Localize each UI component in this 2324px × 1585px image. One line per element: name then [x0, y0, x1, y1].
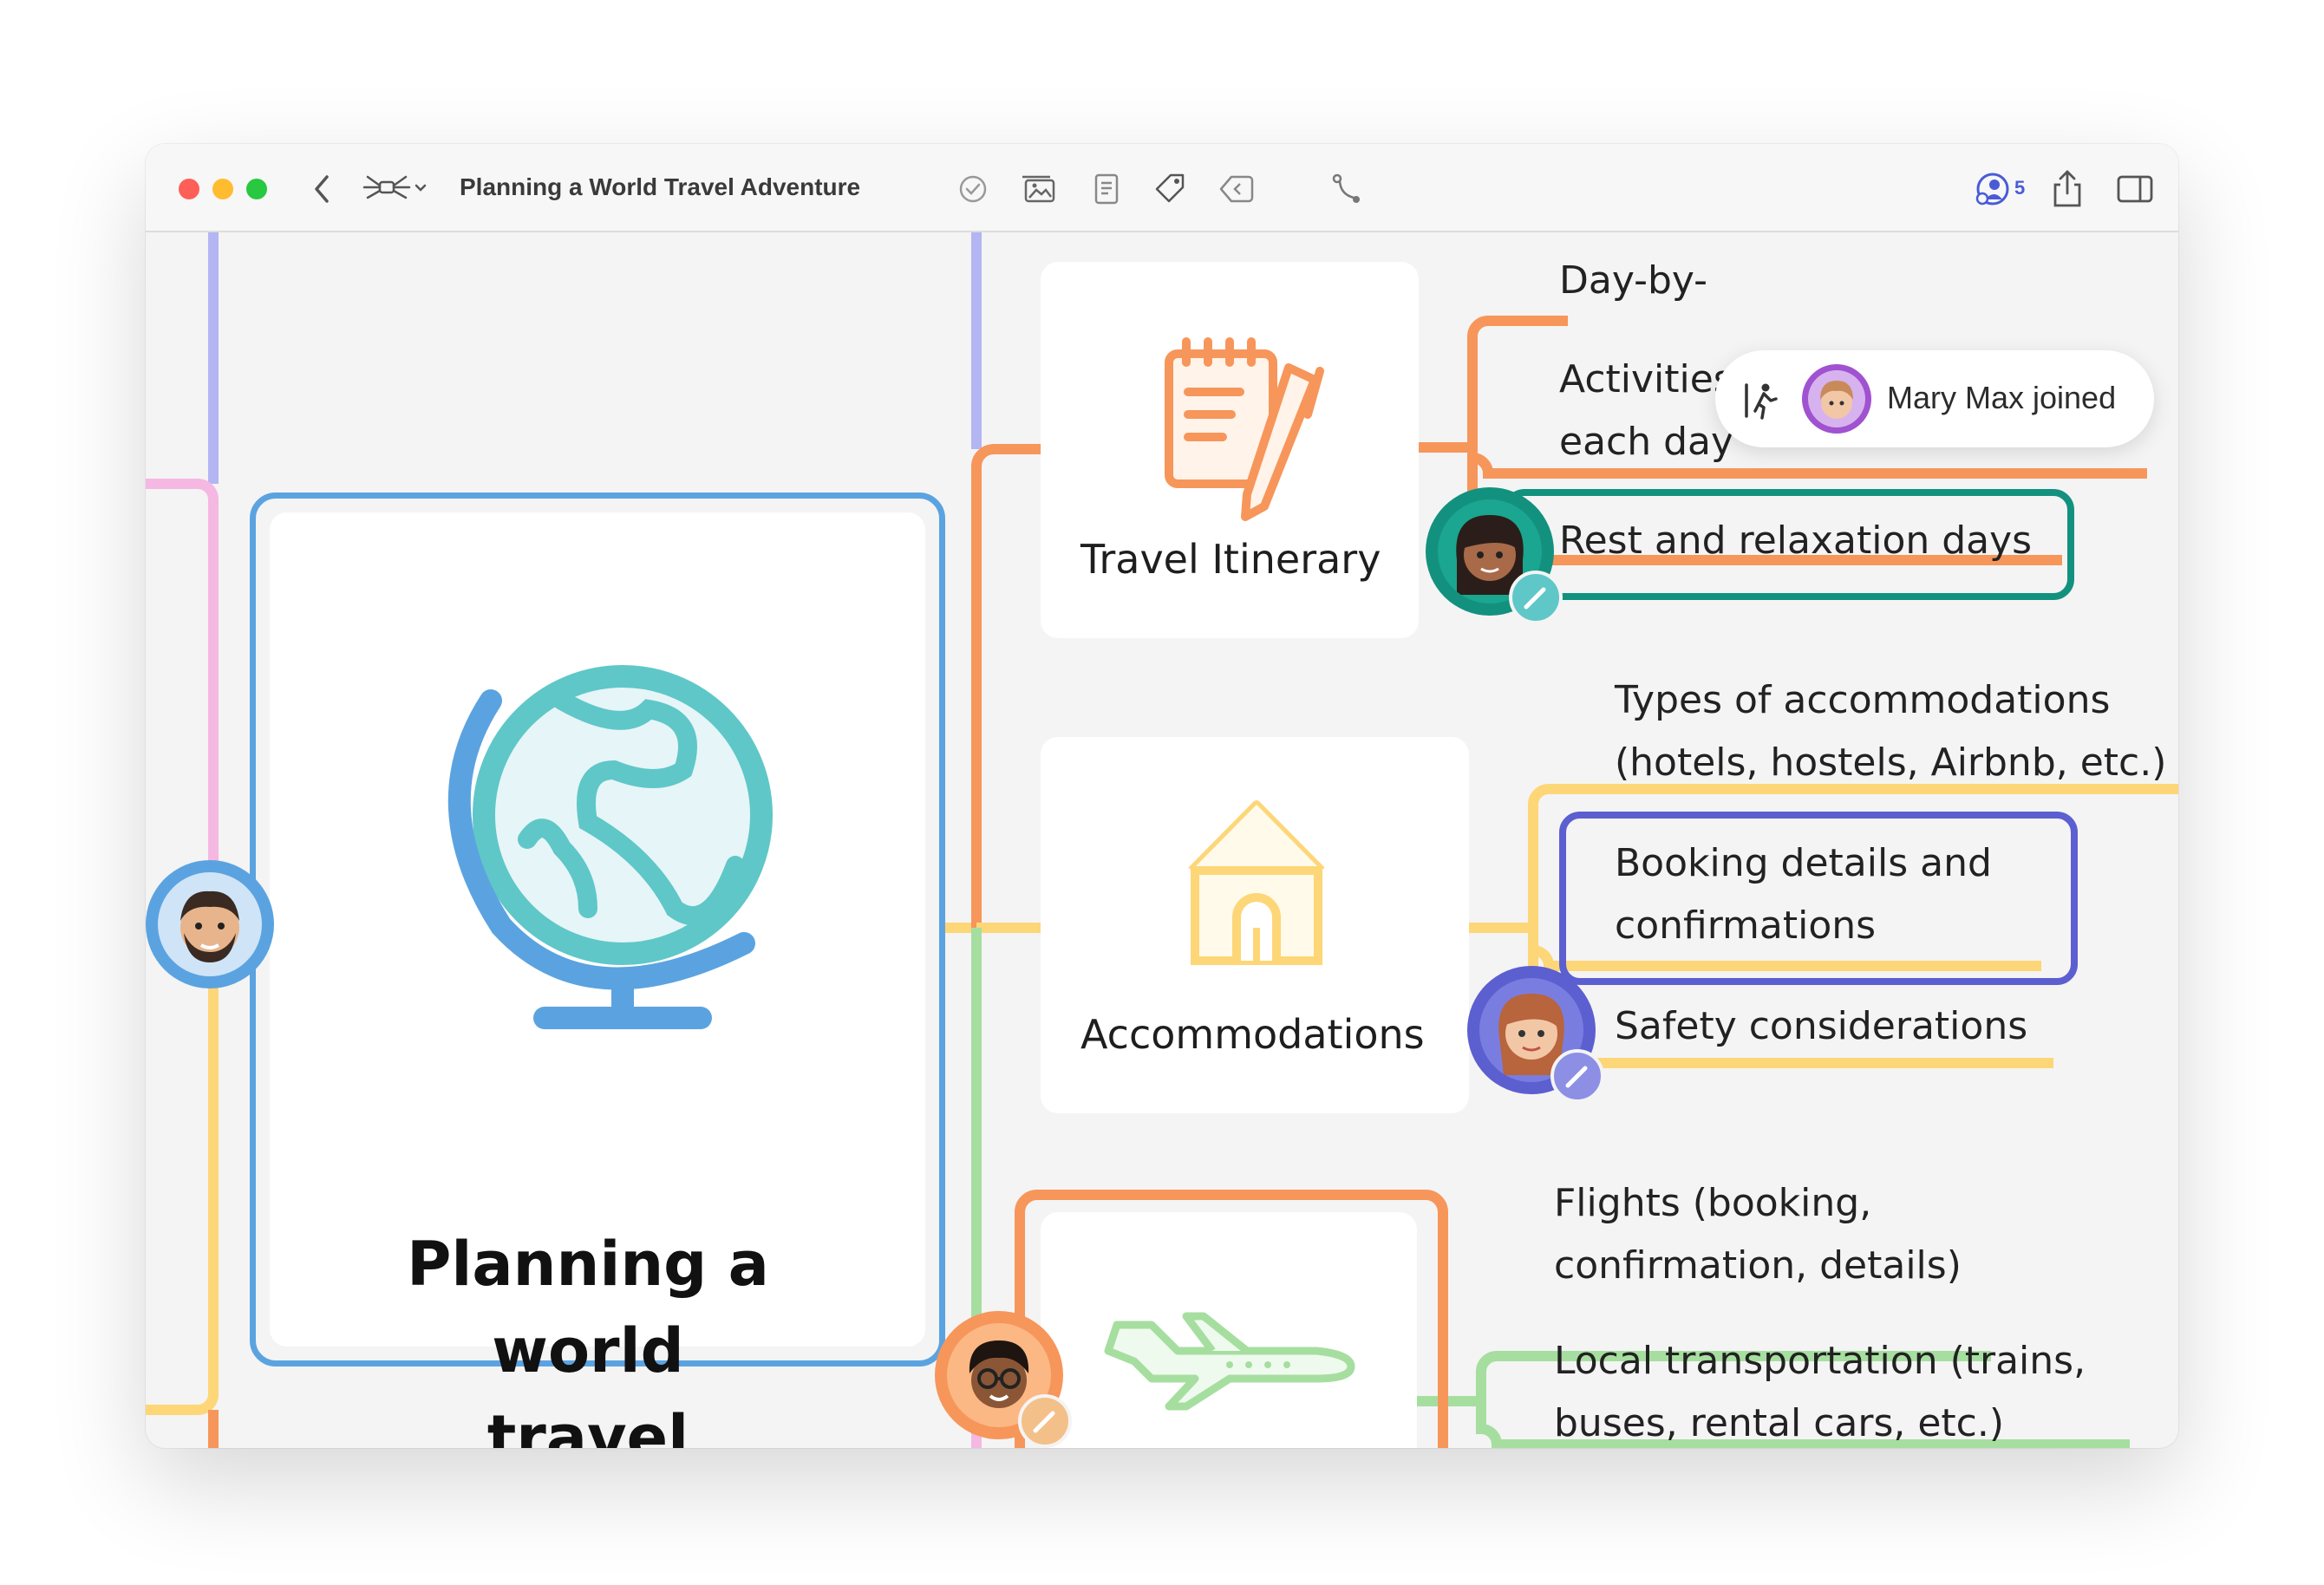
accommodations-label: Accommodations: [1080, 1011, 1425, 1058]
sidebar-toggle-icon[interactable]: [2114, 168, 2156, 210]
relationship-connector-icon[interactable]: [1327, 168, 1368, 210]
outline-collapse-icon[interactable]: [1216, 168, 1257, 210]
mindmap-structure-menu[interactable]: [362, 168, 432, 210]
edit-pencil-icon: [1550, 1049, 1604, 1103]
close-window-button[interactable]: [179, 179, 199, 199]
title-bar: Planning a World Travel Adventure 5: [146, 144, 2178, 232]
note-icon[interactable]: [1086, 168, 1127, 210]
transportation-subtopic-flights[interactable]: Flights (booking, confirmation, details): [1554, 1172, 1962, 1297]
collaboration-icon[interactable]: [1972, 168, 2014, 210]
central-title-line-1: Planning a world: [407, 1229, 769, 1386]
travel-itinerary-label: Travel Itinerary: [1080, 536, 1381, 583]
central-topic-title: Planning a world travel adventure: [310, 1221, 865, 1448]
mindmap-icon: [362, 175, 427, 199]
globe-icon: [447, 665, 773, 1029]
person-avatar-icon: [1820, 381, 1853, 419]
house-icon: [1188, 800, 1325, 965]
collaborator-count: 5: [2014, 177, 2026, 199]
zoom-window-button[interactable]: [246, 179, 267, 199]
image-icon[interactable]: [1018, 168, 1060, 210]
man-beard-avatar-icon: [180, 890, 239, 962]
toast-message: Mary Max joined: [1887, 380, 2117, 415]
itinerary-subtopic-day-by-day[interactable]: Day-by-: [1559, 250, 1707, 312]
task-check-icon[interactable]: [952, 168, 994, 210]
accommodations-subtopic-booking[interactable]: Booking details and confirmations: [1615, 832, 1992, 957]
notepad-pencil-icon: [1165, 337, 1324, 521]
mary-max-avatar: [1802, 364, 1871, 434]
tag-icon[interactable]: [1150, 168, 1191, 210]
collaborator-joined-toast: Mary Max joined: [1715, 350, 2154, 447]
central-title-line-2: travel adventure: [486, 1402, 689, 1448]
accommodations-subtopic-safety[interactable]: Safety considerations: [1615, 995, 2027, 1058]
accommodations-subtopic-types[interactable]: Types of accommodations (hotels, hostels…: [1615, 669, 2166, 794]
person-entering-icon: [1745, 383, 1778, 420]
collaborator-avatar-left[interactable]: [146, 860, 274, 988]
mindmap-canvas[interactable]: Planning a world travel adventure Travel…: [146, 232, 2178, 1448]
edit-pencil-icon: [1018, 1394, 1072, 1448]
document-title: Planning a World Travel Adventure: [460, 173, 861, 200]
transportation-subtopic-local[interactable]: Local transportation (trains, buses, ren…: [1554, 1330, 2086, 1448]
itinerary-subtopic-rest-days[interactable]: Rest and relaxation days: [1559, 510, 2032, 572]
app-window: Planning a World Travel Adventure 5 Plan…: [146, 144, 2178, 1448]
share-icon[interactable]: [2047, 168, 2088, 210]
back-chevron-icon[interactable]: [302, 168, 343, 210]
airplane-icon: [1104, 1312, 1355, 1411]
minimize-window-button[interactable]: [212, 179, 233, 199]
edit-pencil-icon: [1509, 571, 1563, 624]
